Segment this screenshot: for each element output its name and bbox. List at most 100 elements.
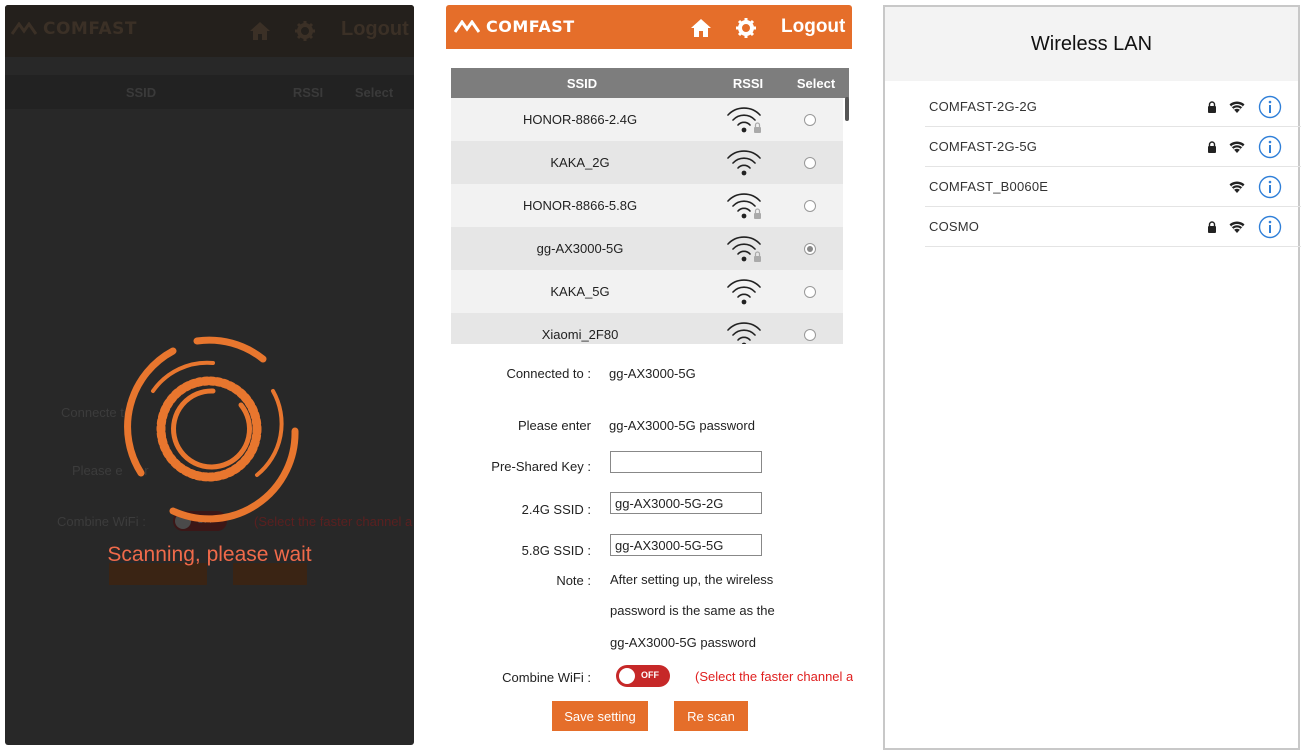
please-enter-value: gg-AX3000-5G password (609, 418, 755, 433)
page-title: Wireless LAN (1030, 33, 1153, 55)
note-line-3: gg-AX3000-5G password (610, 635, 756, 650)
network-name: COMFAST-2G-2G (929, 99, 1038, 114)
header-bar: COMFAST Logout (446, 5, 852, 49)
network-ssid: KAKA_2G (550, 155, 610, 170)
select-cell[interactable] (778, 285, 843, 298)
brand-label: COMFAST (486, 17, 575, 36)
info-icon[interactable] (1258, 215, 1282, 239)
note-line-2: password is the same as the (610, 603, 775, 618)
select-radio[interactable] (804, 285, 817, 298)
psk-input[interactable] (610, 451, 762, 473)
rssi-cell (709, 191, 778, 221)
network-ssid: Xiaomi_2F80 (541, 327, 619, 342)
brand-logo: COMFAST (454, 17, 575, 36)
wifi-icon (1229, 101, 1245, 113)
list-item[interactable]: COMFAST-2G-5G (925, 127, 1301, 167)
select-cell[interactable] (778, 156, 843, 169)
combine-wifi-toggle[interactable]: OFF (616, 665, 670, 687)
scanning-panel: COMFAST Logout SSID RSSI Select Connecte… (5, 5, 414, 745)
setup-panel: COMFAST Logout SSID RSSI Select HONOR-88… (446, 5, 853, 745)
save-setting-button[interactable]: Save setting (552, 701, 648, 731)
combine-row: Combine WiFi : (446, 669, 591, 687)
ios-wireless-panel: Wireless LAN COMFAST-2G-2G COMFAST-2G-5G… (883, 5, 1301, 750)
lock-icon (1208, 141, 1216, 153)
wifi-icon (1229, 141, 1245, 153)
brand-label: COMFAST (43, 19, 138, 39)
wifi-signal-icon (726, 278, 761, 304)
connected-label: Connected to : (506, 366, 591, 381)
table-row[interactable]: Xiaomi_2F80 (451, 313, 843, 344)
select-radio[interactable] (804, 328, 817, 341)
rescan-button[interactable]: Re scan (674, 701, 748, 731)
combine-note: (Select the faster channel a (695, 669, 853, 684)
wifi-icon (1229, 181, 1245, 193)
table-row[interactable]: KAKA_5G (451, 270, 843, 313)
info-icon[interactable] (1258, 135, 1282, 159)
info-icon[interactable] (1258, 95, 1282, 119)
comfast-logo-icon (11, 22, 37, 35)
network-ssid: HONOR-8866-2.4G (522, 112, 638, 127)
select-radio[interactable] (804, 156, 817, 169)
list-item[interactable]: COMFAST-2G-2G (925, 87, 1301, 127)
select-cell[interactable] (778, 328, 843, 341)
note-line-1: After setting up, the wireless (610, 572, 774, 587)
wifi-signal-icon (726, 192, 761, 219)
rssi-cell (709, 105, 778, 135)
please-enter-label: Please enter (518, 418, 591, 433)
table-scrollbar[interactable] (845, 97, 849, 121)
select-radio[interactable] (804, 242, 817, 255)
ssid-column-header: SSID (125, 84, 157, 100)
rssi-column-header: RSSI (292, 84, 324, 100)
ssid58-input[interactable] (610, 534, 762, 556)
select-radio[interactable] (804, 199, 817, 212)
wifi-signal-icon (726, 106, 761, 133)
network-ssid: HONOR-8866-5.8G (522, 198, 638, 213)
home-icon[interactable] (690, 18, 712, 38)
comfast-logo-icon (454, 19, 480, 33)
logout-link[interactable]: Logout (341, 18, 409, 41)
network-name: COMFAST_B0060E (929, 179, 1049, 194)
header-bar: COMFAST Logout (5, 5, 414, 57)
ssid24-input[interactable] (610, 492, 762, 514)
note-row: Note : (446, 572, 591, 590)
combine-label: Combine WiFi : (502, 670, 591, 685)
psk-row: Pre-Shared Key : (446, 458, 591, 474)
table-row[interactable]: gg-AX3000-5G (451, 227, 843, 270)
info-icon[interactable] (1258, 175, 1282, 199)
toggle-state-label: OFF (641, 670, 659, 680)
list-item[interactable]: COMFAST_B0060E (925, 167, 1301, 207)
ssid58-row: 5.8G SSID : (446, 542, 591, 560)
select-cell[interactable] (778, 199, 843, 212)
select-column-header: Select (796, 75, 836, 91)
table-row[interactable]: HONOR-8866-2.4G (451, 98, 843, 141)
lock-icon (1208, 221, 1216, 233)
brand-logo: COMFAST (11, 19, 137, 39)
connected-row: Connected to : gg-AX3000-5G (446, 366, 695, 381)
select-radio[interactable] (804, 113, 817, 126)
rssi-cell (709, 234, 778, 264)
rssi-cell (709, 320, 778, 344)
list-item[interactable]: COSMO (925, 207, 1301, 247)
home-icon[interactable] (249, 21, 271, 41)
gear-icon[interactable] (736, 18, 756, 38)
lock-icon (1208, 101, 1216, 113)
wifi-signal-icon (726, 149, 761, 175)
select-cell[interactable] (778, 113, 843, 126)
rssi-cell (709, 277, 778, 307)
psk-label: Pre-Shared Key : (491, 458, 591, 474)
ssid24-row: 2.4G SSID : (446, 501, 591, 519)
network-name: COSMO (929, 219, 980, 234)
table-row[interactable]: HONOR-8866-5.8G (451, 184, 843, 227)
logout-link[interactable]: Logout (781, 16, 845, 38)
table-row[interactable]: KAKA_2G (451, 141, 843, 184)
rssi-column-header: RSSI (732, 75, 764, 91)
ssid-column-header: SSID (566, 75, 598, 91)
ssid58-label: 5.8G SSID : (521, 543, 591, 558)
wifi-signal-icon (726, 235, 761, 262)
wifi-icon (1229, 221, 1245, 233)
gear-icon[interactable] (295, 21, 315, 41)
scanning-message: Scanning, please wait (107, 543, 312, 566)
toggle-knob (619, 668, 635, 684)
select-cell[interactable] (778, 242, 843, 255)
wifi-signal-icon (726, 321, 761, 344)
